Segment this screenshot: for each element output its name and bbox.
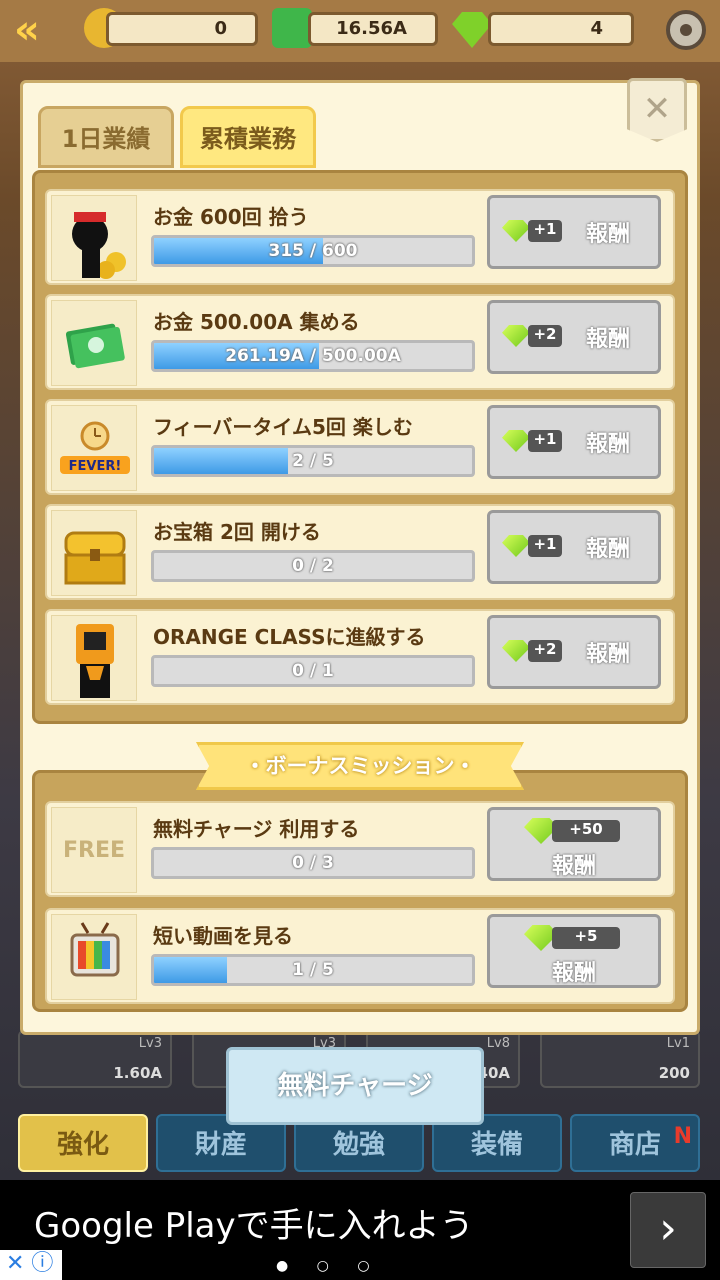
mission-title: フィーバータイム5回 楽しむ [153, 415, 413, 439]
gem-icon [452, 12, 492, 48]
progress-text: 2 / 5 [292, 451, 334, 471]
ad-text: Google Playで手に入れよう [34, 1206, 474, 1246]
progress-text: 0 / 2 [292, 556, 334, 576]
back-arrow-icon[interactable]: « [14, 8, 62, 52]
progress-bar: 261.19A / 500.00A [151, 340, 475, 372]
card-value: 200 [658, 1064, 690, 1082]
new-badge: N [673, 1124, 692, 1149]
medal-counter: 0 [106, 12, 258, 46]
reward-label: 報酬 [586, 327, 631, 352]
bonus-mission-row: FREE 無料チャージ 利用する 0 / 3 +50 報酬 [45, 801, 675, 897]
gem-icon [502, 640, 530, 662]
reward-button[interactable]: +2 報酬 [487, 615, 661, 689]
gem-icon [502, 535, 530, 557]
progress-bar: 1 / 5 [151, 954, 475, 986]
reward-button[interactable]: +1 報酬 [487, 195, 661, 269]
close-button[interactable]: ✕ [627, 78, 687, 142]
reward-label: 報酬 [552, 961, 597, 986]
svg-text:FEVER!: FEVER! [69, 459, 122, 474]
reward-label: 報酬 [586, 222, 631, 247]
reward-button[interactable]: +1 報酬 [487, 510, 661, 584]
nav-tab-shop[interactable]: 商店 N [570, 1114, 700, 1172]
cash-icon [51, 300, 137, 386]
reward-label: 報酬 [586, 432, 631, 457]
progress-bar: 0 / 2 [151, 550, 475, 582]
mission-title: お金 600回 拾う [153, 205, 309, 229]
progress-text: 261.19A / 500.00A [225, 346, 401, 366]
fever-clock-icon: FEVER! [51, 405, 137, 491]
top-resource-bar: « 0 16.56A 4 [0, 0, 720, 62]
mission-row: お金 500.00A 集める 261.19A / 500.00A +2 報酬 [45, 294, 675, 390]
gem-icon [502, 220, 530, 242]
tv-icon [51, 914, 137, 1000]
reward-amount: +50 [552, 820, 620, 842]
progress-bar: 2 / 5 [151, 445, 475, 477]
mission-row: ORANGE CLASSに進級する 0 / 1 +2 報酬 [45, 609, 675, 705]
money-counter: 16.56A [308, 12, 438, 46]
reward-amount: +1 [528, 430, 562, 452]
card-level: Lv3 [138, 1036, 162, 1051]
money-icon [272, 8, 312, 48]
mission-title: お宝箱 2回 開ける [153, 520, 321, 544]
progress-bar: 0 / 3 [151, 847, 475, 879]
mission-row: FEVER! フィーバータイム5回 楽しむ 2 / 5 +1 報酬 [45, 399, 675, 495]
mission-row: お金 600回 拾う 315 / 600 +1 報酬 [45, 189, 675, 285]
card-level: Lv8 [486, 1036, 510, 1051]
ad-banner[interactable]: Google Playで手に入れよう › ● ○ ○ ✕ ⓘ [0, 1180, 720, 1280]
progress-text: 315 / 600 [268, 241, 358, 261]
free-icon-label: FREE [62, 838, 126, 863]
free-charge-button[interactable]: 無料チャージ [226, 1047, 484, 1125]
reward-amount: +2 [528, 640, 562, 662]
tab-daily-achievements[interactable]: 1日業績 [38, 106, 174, 168]
reward-label: 報酬 [586, 537, 631, 562]
mission-title: 無料チャージ 利用する [153, 817, 360, 841]
mission-list: お金 600回 拾う 315 / 600 +1 報酬 お金 500.00A 集め… [32, 170, 688, 724]
nav-tab-upgrade[interactable]: 強化 [18, 1114, 148, 1172]
mission-row: お宝箱 2回 開ける 0 / 2 +1 報酬 [45, 504, 675, 600]
bonus-mission-row: 短い動画を見る 1 / 5 +5 報酬 [45, 908, 675, 1004]
reward-amount: +1 [528, 220, 562, 242]
reward-label: 報酬 [586, 642, 631, 667]
bonus-mission-list: FREE 無料チャージ 利用する 0 / 3 +50 報酬 短い動画を見る 1 … [32, 770, 688, 1012]
ad-page-dots: ● ○ ○ [276, 1258, 382, 1274]
treasure-chest-icon [51, 510, 137, 596]
reward-amount: +1 [528, 535, 562, 557]
chevron-right-icon[interactable]: › [630, 1192, 706, 1268]
nav-tab-shop-label: 商店 [608, 1130, 661, 1160]
reward-amount: +5 [552, 927, 620, 949]
gear-icon[interactable] [666, 10, 706, 50]
mission-title: 短い動画を見る [153, 924, 293, 948]
progress-text: 0 / 3 [292, 853, 334, 873]
progress-text: 0 / 1 [292, 661, 334, 681]
card-value: 1.60A [113, 1064, 162, 1082]
progress-bar: 0 / 1 [151, 655, 475, 687]
orange-class-icon [51, 615, 137, 701]
reward-amount: +2 [528, 325, 562, 347]
upgrade-card[interactable]: Lv3 1.60A [18, 1030, 172, 1088]
ninja-coins-icon [51, 195, 137, 281]
bonus-mission-banner: ・ボーナスミッション・ [196, 742, 524, 790]
tab-cumulative-missions[interactable]: 累積業務 [180, 106, 316, 168]
ad-info-icon[interactable]: ✕ ⓘ [0, 1250, 62, 1280]
reward-button[interactable]: +2 報酬 [487, 300, 661, 374]
reward-button[interactable]: +50 報酬 [487, 807, 661, 881]
mission-title: ORANGE CLASSに進級する [153, 625, 426, 649]
reward-label: 報酬 [552, 854, 597, 879]
reward-button[interactable]: +1 報酬 [487, 405, 661, 479]
gem-icon [502, 325, 530, 347]
reward-button[interactable]: +5 報酬 [487, 914, 661, 988]
card-level: Lv1 [666, 1036, 690, 1051]
progress-bar: 315 / 600 [151, 235, 475, 267]
free-icon: FREE [51, 807, 137, 893]
upgrade-card[interactable]: Lv1 200 [540, 1030, 700, 1088]
gem-icon [502, 430, 530, 452]
progress-text: 1 / 5 [292, 960, 334, 980]
mission-title: お金 500.00A 集める [153, 310, 360, 334]
gem-counter: 4 [488, 12, 634, 46]
